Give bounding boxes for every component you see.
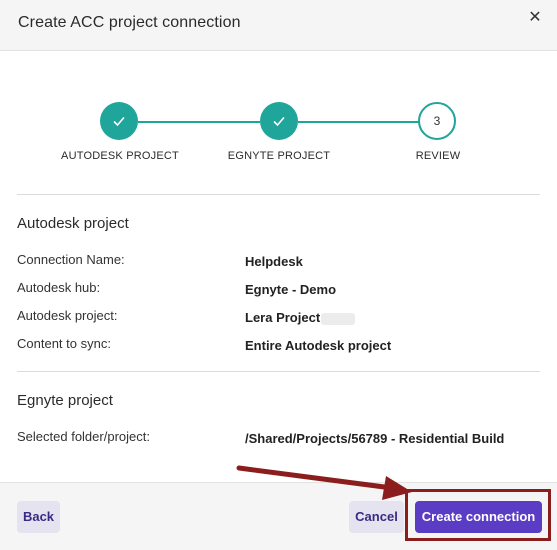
redacted-text xyxy=(321,312,356,325)
cancel-button[interactable]: Cancel xyxy=(349,501,404,533)
dialog-header: Create ACC project connection ✕ xyxy=(0,0,557,51)
step-3-label: REVIEW xyxy=(415,150,461,162)
autodesk-project-value-wrap: Lera Project xyxy=(245,310,356,325)
progress-stepper: 3 AUTODESK PROJECT EGNYTE PROJECT REVIEW xyxy=(0,100,557,170)
step-2-label: EGNYTE PROJECT xyxy=(227,150,331,162)
selected-folder-value: /Shared/Projects/56789 - Residential Bui… xyxy=(245,431,505,446)
autodesk-section-title: Autodesk project xyxy=(17,215,129,232)
connection-name-value: Helpdesk xyxy=(245,254,303,269)
step-1-indicator xyxy=(100,102,138,140)
check-icon xyxy=(113,116,125,127)
selected-folder-label: Selected folder/project: xyxy=(17,429,150,444)
step-connector-2 xyxy=(298,121,419,123)
step-connector-1 xyxy=(138,121,260,123)
content-to-sync-label: Content to sync: xyxy=(17,336,111,351)
annotation-arrow xyxy=(236,465,412,500)
content-to-sync-value: Entire Autodesk project xyxy=(245,338,392,353)
connection-name-label: Connection Name: xyxy=(17,252,125,267)
egnyte-section-title: Egnyte project xyxy=(17,392,113,409)
autodesk-hub-value: Egnyte - Demo xyxy=(245,282,337,297)
dialog-title: Create ACC project connection xyxy=(18,14,241,31)
back-button[interactable]: Back xyxy=(17,501,60,533)
step-3-indicator: 3 xyxy=(418,102,456,140)
divider xyxy=(17,371,540,372)
close-icon[interactable]: ✕ xyxy=(525,8,545,28)
step-2-indicator xyxy=(260,102,298,140)
autodesk-project-label: Autodesk project: xyxy=(17,308,118,323)
annotation-highlight-box xyxy=(405,489,551,541)
autodesk-project-value: Lera Project xyxy=(245,310,321,325)
step-1-label: AUTODESK PROJECT xyxy=(61,150,179,162)
create-connection-dialog: Create ACC project connection ✕ 3 AUTODE… xyxy=(0,0,557,550)
check-icon xyxy=(273,116,285,127)
autodesk-hub-label: Autodesk hub: xyxy=(17,280,101,295)
divider xyxy=(17,194,540,195)
